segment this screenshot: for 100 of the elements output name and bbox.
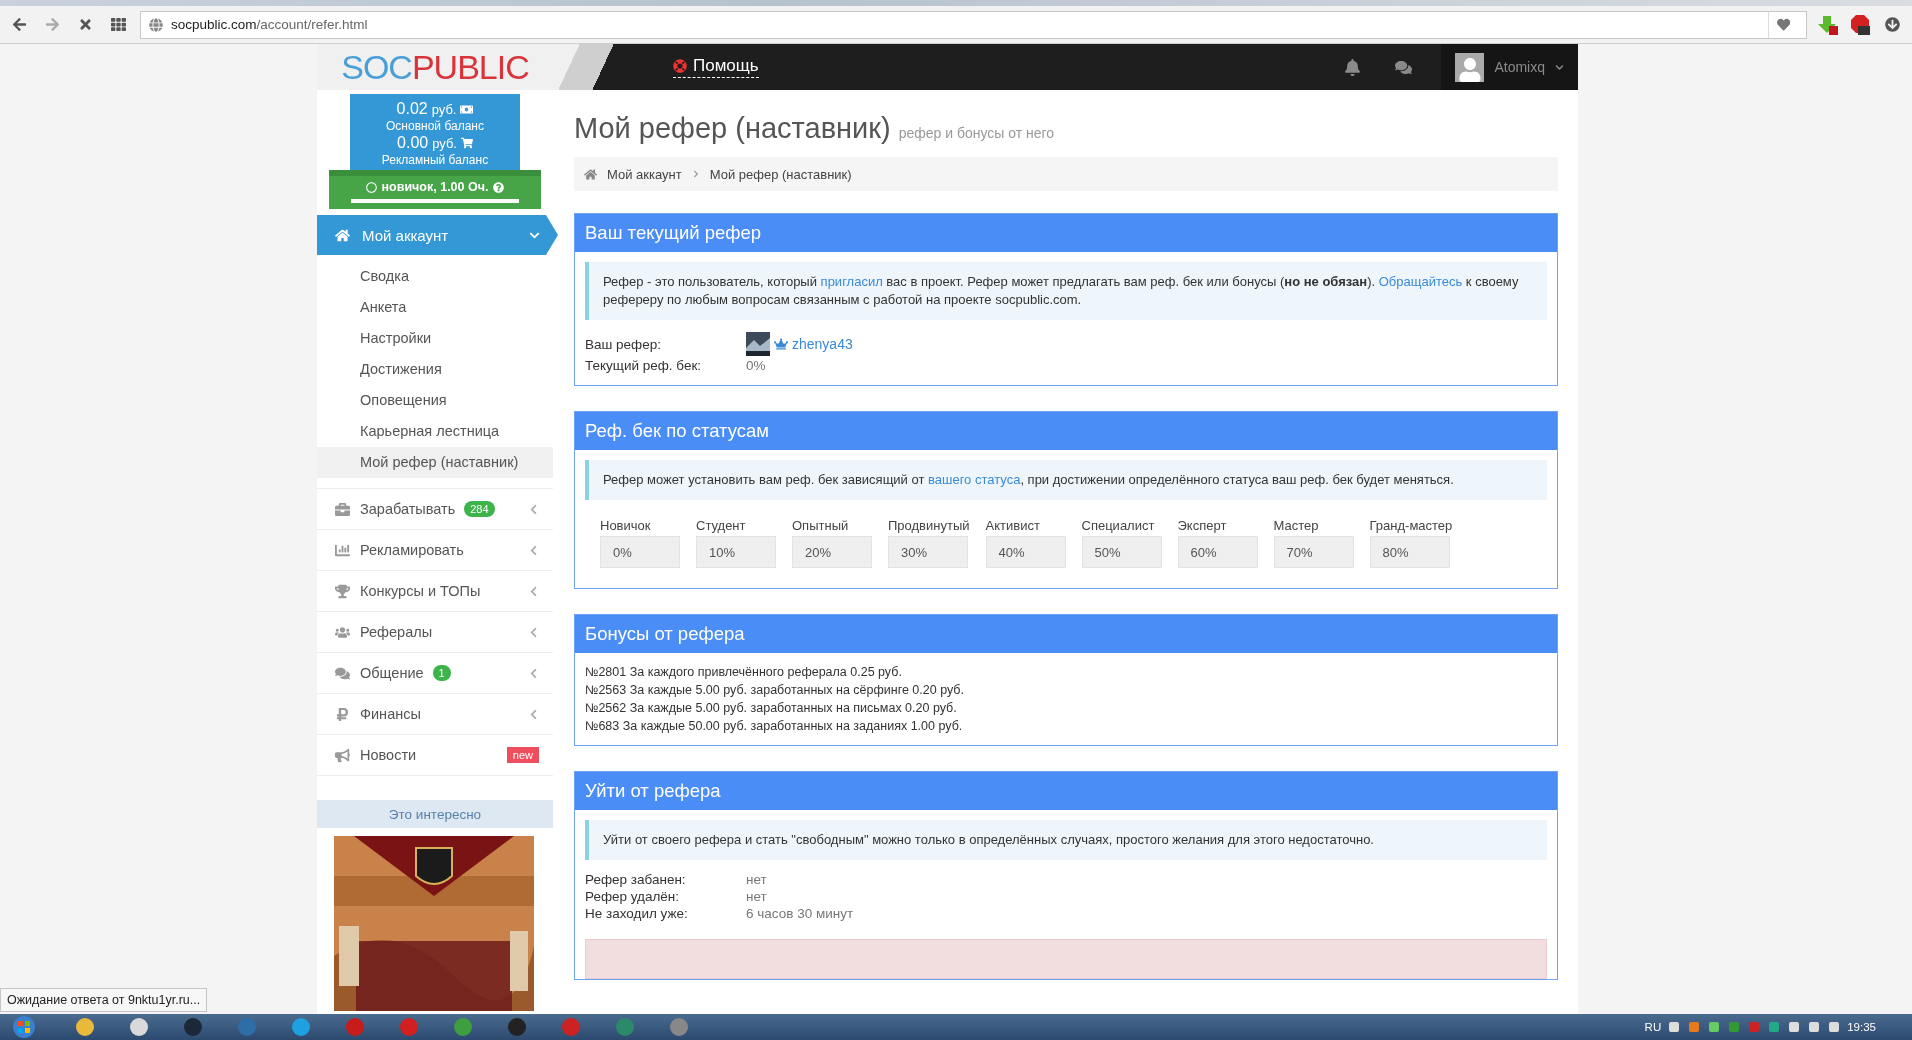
panel-title: Ваш текущий рефер — [575, 214, 1557, 252]
status-value: 30% — [888, 536, 968, 568]
heart-icon — [1776, 17, 1790, 32]
user-link[interactable]: zhenya43 — [792, 336, 853, 352]
status-name: Мастер — [1273, 518, 1320, 533]
breadcrumb-link[interactable]: Мой рефер (наставник) — [709, 166, 852, 182]
field-value: 0% — [746, 358, 767, 373]
menu-item[interactable]: Конкурсы и ТОПы — [317, 571, 553, 612]
tray-icon[interactable] — [1807, 1020, 1822, 1034]
menu-icon — [335, 583, 350, 599]
page-title: Мой рефер (наставник) — [574, 112, 891, 145]
status-name: Активист — [985, 518, 1041, 533]
section-header: Это интересно — [317, 800, 553, 828]
bonus-line: №2801 За каждого привлечённого реферала 0.25 руб. — [585, 664, 903, 681]
cart-icon — [460, 137, 473, 149]
chat-icon — [1395, 58, 1413, 76]
menu-item[interactable]: Финансы — [317, 694, 553, 735]
submenu-item[interactable]: Мой рефер (наставник) — [317, 447, 553, 478]
user-menu[interactable]: Atomixq — [1441, 44, 1578, 90]
status-bubble: Ожидание ответа от 9nktu1yr.ru... — [0, 988, 208, 1012]
bell-icon — [1344, 58, 1362, 76]
status-name: Опытный — [792, 518, 850, 533]
menu-item[interactable]: Рекламировать — [317, 530, 553, 571]
address-bar[interactable]: socpublic.com/account/refer.html — [140, 10, 1807, 39]
home-icon — [335, 227, 350, 243]
info-note: Рефер может установить вам реф. бек зависящий от вашего статуса, при достижении определённого статуса ваш реф. бек будет меняться. — [585, 460, 1547, 500]
menu-item[interactable]: Зарабатывать 284 — [317, 489, 553, 530]
submenu-item[interactable]: Сводка — [317, 261, 553, 292]
balance-label: Основной баланс — [386, 119, 484, 133]
field-label: Рефер удалён: — [585, 889, 681, 904]
clock[interactable]: 19:35 — [1847, 1021, 1876, 1033]
tray-icon[interactable] — [1827, 1020, 1842, 1034]
language-indicator[interactable]: RU — [1644, 1021, 1662, 1033]
status-name: Специалист — [1081, 518, 1156, 533]
menu-icon — [335, 542, 350, 558]
arrow-right-icon — [45, 17, 60, 32]
tray-icon[interactable] — [1787, 1020, 1802, 1034]
status-value: 80% — [1369, 536, 1450, 568]
tray-icon[interactable] — [1687, 1020, 1702, 1034]
tray-icon[interactable] — [1707, 1020, 1722, 1034]
site-info-icon — [149, 17, 163, 32]
help-link[interactable]: Помощь — [673, 56, 759, 78]
tray-icon[interactable] — [1767, 1020, 1782, 1034]
bonus-line: №2563 За каждые 5.00 руб. заработанных на сёрфинге 0.20 руб. — [585, 682, 965, 699]
panel-title: Бонусы от рефера — [575, 615, 1557, 653]
ad-balance: 0.00 руб. — [397, 134, 473, 152]
field-value: 6 часов 30 минут — [746, 906, 855, 921]
crown-icon — [774, 337, 788, 351]
status-value: 70% — [1273, 536, 1354, 568]
status-text: новичок, 1.00 Оч. — [365, 180, 505, 194]
avatar-icon — [1455, 52, 1485, 82]
menu-icon — [335, 624, 350, 640]
breadcrumb-link[interactable]: Мой аккаунт — [607, 166, 682, 182]
menu-item[interactable]: Общение 1 — [317, 653, 553, 694]
lifebuoy-icon — [673, 59, 687, 73]
badge: 284 — [464, 501, 495, 517]
status-value: 60% — [1177, 536, 1258, 568]
chevron-icon — [691, 170, 700, 178]
status-value: 0% — [600, 536, 680, 568]
field-value: нет — [746, 889, 768, 904]
help-icon — [493, 181, 505, 193]
badge: new — [506, 747, 539, 763]
submenu-item[interactable]: Анкета — [317, 292, 553, 323]
status-value: 40% — [985, 536, 1066, 568]
field-value: нет — [746, 872, 768, 887]
field-label: Рефер забанен: — [585, 872, 687, 887]
download-icon — [1885, 17, 1900, 32]
bonus-line: №683 За каждые 50.00 руб. заработанных на заданиях 1.00 руб. — [585, 718, 964, 735]
home-icon — [584, 167, 597, 181]
info-note: Уйти от своего рефера и стать "свободным" можно только в определённых случаях, простого желания для этого недостаточно. — [585, 820, 1547, 860]
extension-icon[interactable] — [1849, 13, 1871, 36]
submenu-item[interactable]: Достижения — [317, 354, 553, 385]
tray-icon[interactable] — [1667, 1020, 1682, 1034]
field-label: Не заходил уже: — [585, 906, 689, 921]
logo[interactable]: SOCPUBLIC — [317, 44, 553, 90]
extension-icon[interactable] — [1817, 13, 1839, 36]
close-icon — [78, 17, 93, 32]
status-value: 50% — [1081, 536, 1162, 568]
status-value: 20% — [792, 536, 872, 568]
menu-icon — [335, 501, 350, 517]
submenu-item[interactable]: Карьерная лестница — [317, 416, 553, 447]
field-label: Текущий реф. бек: — [585, 358, 703, 373]
badge: 1 — [432, 665, 451, 681]
menu-icon — [335, 747, 350, 763]
chevron-icon — [1555, 62, 1564, 72]
status-name: Эксперт — [1177, 518, 1228, 533]
status-value: 10% — [696, 536, 776, 568]
status-name: Гранд-мастер — [1369, 518, 1453, 533]
main-balance: 0.02 руб. — [396, 100, 474, 118]
panel-title: Реф. бек по статусам — [575, 412, 1557, 450]
panel-title: Уйти от рефера — [575, 772, 1557, 810]
submenu-item[interactable]: Настройки — [317, 323, 553, 354]
menu-item[interactable]: Новости new — [317, 735, 553, 776]
status-name: Студент — [696, 518, 747, 533]
submenu-item[interactable]: Оповещения — [317, 385, 553, 416]
menu-icon — [335, 665, 350, 681]
balance-label: Рекламный баланс — [381, 153, 489, 167]
status-name: Новичок — [600, 518, 652, 533]
menu-item[interactable]: Рефералы — [317, 612, 553, 653]
menu-icon — [335, 706, 350, 722]
